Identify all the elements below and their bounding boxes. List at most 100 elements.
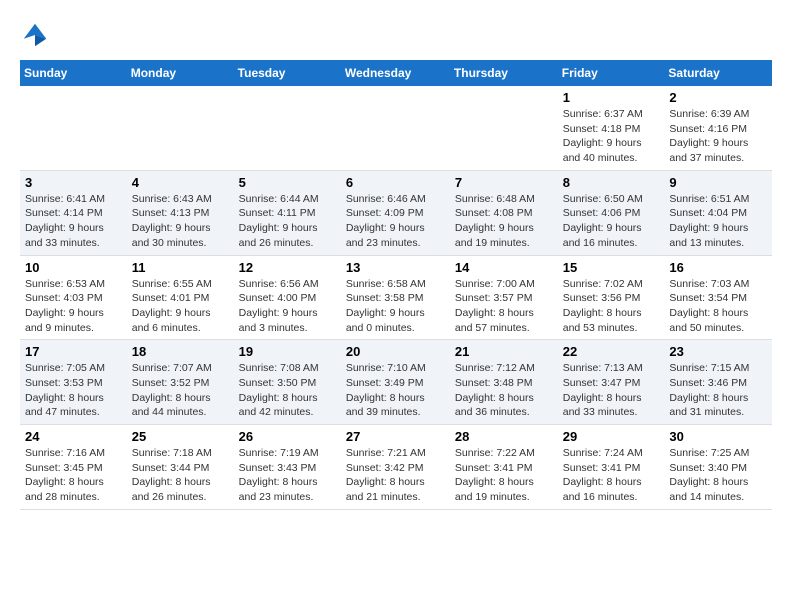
calendar-cell: 22 Sunrise: 7:13 AM Sunset: 3:47 PM Dayli… [558,340,665,425]
day-info: Sunrise: 7:05 AM Sunset: 3:53 PM Dayligh… [25,361,122,420]
calendar-cell: 8 Sunrise: 6:50 AM Sunset: 4:06 PM Daylig… [558,170,665,255]
calendar-cell: 29Sunrise: 7:24 AM Sunset: 3:41 PM Dayli… [558,425,665,510]
calendar-cell: 6 Sunrise: 6:46 AM Sunset: 4:09 PM Daylig… [341,170,450,255]
calendar-cell: 2 Sunrise: 6:39 AM Sunset: 4:16 PM Daylig… [664,86,772,170]
day-info: Sunrise: 6:55 AM Sunset: 4:01 PM Dayligh… [132,277,229,336]
day-number: 30 [669,429,767,444]
day-info: Sunrise: 6:51 AM Sunset: 4:04 PM Dayligh… [669,192,767,251]
calendar-cell: 11Sunrise: 6:55 AM Sunset: 4:01 PM Dayli… [127,255,234,340]
day-info: Sunrise: 7:21 AM Sunset: 3:42 PM Dayligh… [346,446,445,505]
day-info: Sunrise: 7:07 AM Sunset: 3:52 PM Dayligh… [132,361,229,420]
day-info: Sunrise: 6:44 AM Sunset: 4:11 PM Dayligh… [239,192,336,251]
day-number: 10 [25,260,122,275]
day-info: Sunrise: 6:43 AM Sunset: 4:13 PM Dayligh… [132,192,229,251]
day-number: 27 [346,429,445,444]
weekday-header: Thursday [450,60,558,86]
calendar-week-row: 3 Sunrise: 6:41 AM Sunset: 4:14 PM Daylig… [20,170,772,255]
day-number: 19 [239,344,336,359]
calendar-table: SundayMondayTuesdayWednesdayThursdayFrid… [20,60,772,510]
calendar-cell: 13Sunrise: 6:58 AM Sunset: 3:58 PM Dayli… [341,255,450,340]
day-number: 29 [563,429,660,444]
calendar-week-row: 1 Sunrise: 6:37 AM Sunset: 4:18 PM Daylig… [20,86,772,170]
day-number: 21 [455,344,553,359]
calendar-cell: 21 Sunrise: 7:12 AM Sunset: 3:48 PM Dayli… [450,340,558,425]
calendar-cell: 14 Sunrise: 7:00 AM Sunset: 3:57 PM Dayli… [450,255,558,340]
day-info: Sunrise: 6:41 AM Sunset: 4:14 PM Dayligh… [25,192,122,251]
day-number: 3 [25,175,122,190]
calendar-cell: 26 Sunrise: 7:19 AM Sunset: 3:43 PM Dayli… [234,425,341,510]
day-number: 24 [25,429,122,444]
day-info: Sunrise: 7:10 AM Sunset: 3:49 PM Dayligh… [346,361,445,420]
calendar-week-row: 17 Sunrise: 7:05 AM Sunset: 3:53 PM Dayli… [20,340,772,425]
calendar-cell: 24Sunrise: 7:16 AM Sunset: 3:45 PM Dayli… [20,425,127,510]
day-info: Sunrise: 7:12 AM Sunset: 3:48 PM Dayligh… [455,361,553,420]
day-info: Sunrise: 6:39 AM Sunset: 4:16 PM Dayligh… [669,107,767,166]
day-number: 28 [455,429,553,444]
day-number: 20 [346,344,445,359]
calendar-week-row: 24Sunrise: 7:16 AM Sunset: 3:45 PM Dayli… [20,425,772,510]
day-number: 22 [563,344,660,359]
calendar-cell: 17 Sunrise: 7:05 AM Sunset: 3:53 PM Dayli… [20,340,127,425]
calendar-cell: 23 Sunrise: 7:15 AM Sunset: 3:46 PM Dayli… [664,340,772,425]
calendar-cell: 20 Sunrise: 7:10 AM Sunset: 3:49 PM Dayli… [341,340,450,425]
day-info: Sunrise: 7:22 AM Sunset: 3:41 PM Dayligh… [455,446,553,505]
day-info: Sunrise: 6:37 AM Sunset: 4:18 PM Dayligh… [563,107,660,166]
day-number: 26 [239,429,336,444]
weekday-header: Friday [558,60,665,86]
day-number: 4 [132,175,229,190]
logo [20,20,54,50]
day-number: 14 [455,260,553,275]
day-number: 12 [239,260,336,275]
logo-icon [20,20,50,50]
calendar-cell: 16 Sunrise: 7:03 AM Sunset: 3:54 PM Dayli… [664,255,772,340]
day-info: Sunrise: 7:18 AM Sunset: 3:44 PM Dayligh… [132,446,229,505]
weekday-header: Monday [127,60,234,86]
weekday-header: Saturday [664,60,772,86]
day-info: Sunrise: 7:25 AM Sunset: 3:40 PM Dayligh… [669,446,767,505]
calendar-cell: 9 Sunrise: 6:51 AM Sunset: 4:04 PM Daylig… [664,170,772,255]
calendar-cell [234,86,341,170]
calendar-week-row: 10 Sunrise: 6:53 AM Sunset: 4:03 PM Dayli… [20,255,772,340]
calendar-cell [127,86,234,170]
day-info: Sunrise: 7:19 AM Sunset: 3:43 PM Dayligh… [239,446,336,505]
calendar-cell: 7Sunrise: 6:48 AM Sunset: 4:08 PM Daylig… [450,170,558,255]
day-info: Sunrise: 7:13 AM Sunset: 3:47 PM Dayligh… [563,361,660,420]
day-number: 5 [239,175,336,190]
day-info: Sunrise: 7:15 AM Sunset: 3:46 PM Dayligh… [669,361,767,420]
day-number: 18 [132,344,229,359]
calendar-cell: 5 Sunrise: 6:44 AM Sunset: 4:11 PM Daylig… [234,170,341,255]
calendar-cell: 30 Sunrise: 7:25 AM Sunset: 3:40 PM Dayli… [664,425,772,510]
day-number: 8 [563,175,660,190]
day-number: 16 [669,260,767,275]
calendar-cell: 25Sunrise: 7:18 AM Sunset: 3:44 PM Dayli… [127,425,234,510]
weekday-header: Wednesday [341,60,450,86]
day-number: 1 [563,90,660,105]
day-info: Sunrise: 6:58 AM Sunset: 3:58 PM Dayligh… [346,277,445,336]
day-info: Sunrise: 7:08 AM Sunset: 3:50 PM Dayligh… [239,361,336,420]
calendar-cell: 10 Sunrise: 6:53 AM Sunset: 4:03 PM Dayli… [20,255,127,340]
day-info: Sunrise: 6:53 AM Sunset: 4:03 PM Dayligh… [25,277,122,336]
day-number: 17 [25,344,122,359]
day-info: Sunrise: 6:56 AM Sunset: 4:00 PM Dayligh… [239,277,336,336]
weekday-header: Sunday [20,60,127,86]
calendar-cell: 12 Sunrise: 6:56 AM Sunset: 4:00 PM Dayli… [234,255,341,340]
calendar-cell: 19 Sunrise: 7:08 AM Sunset: 3:50 PM Dayli… [234,340,341,425]
day-info: Sunrise: 6:48 AM Sunset: 4:08 PM Dayligh… [455,192,553,251]
day-info: Sunrise: 6:50 AM Sunset: 4:06 PM Dayligh… [563,192,660,251]
calendar-cell: 18 Sunrise: 7:07 AM Sunset: 3:52 PM Dayli… [127,340,234,425]
calendar-cell [20,86,127,170]
calendar-cell: 3 Sunrise: 6:41 AM Sunset: 4:14 PM Daylig… [20,170,127,255]
day-number: 2 [669,90,767,105]
day-info: Sunrise: 7:03 AM Sunset: 3:54 PM Dayligh… [669,277,767,336]
day-info: Sunrise: 7:00 AM Sunset: 3:57 PM Dayligh… [455,277,553,336]
calendar-cell: 15Sunrise: 7:02 AM Sunset: 3:56 PM Dayli… [558,255,665,340]
weekday-header: Tuesday [234,60,341,86]
page-header [20,20,772,50]
day-number: 23 [669,344,767,359]
calendar-cell: 27 Sunrise: 7:21 AM Sunset: 3:42 PM Dayli… [341,425,450,510]
day-info: Sunrise: 6:46 AM Sunset: 4:09 PM Dayligh… [346,192,445,251]
day-number: 6 [346,175,445,190]
calendar-cell [450,86,558,170]
day-number: 15 [563,260,660,275]
day-number: 9 [669,175,767,190]
